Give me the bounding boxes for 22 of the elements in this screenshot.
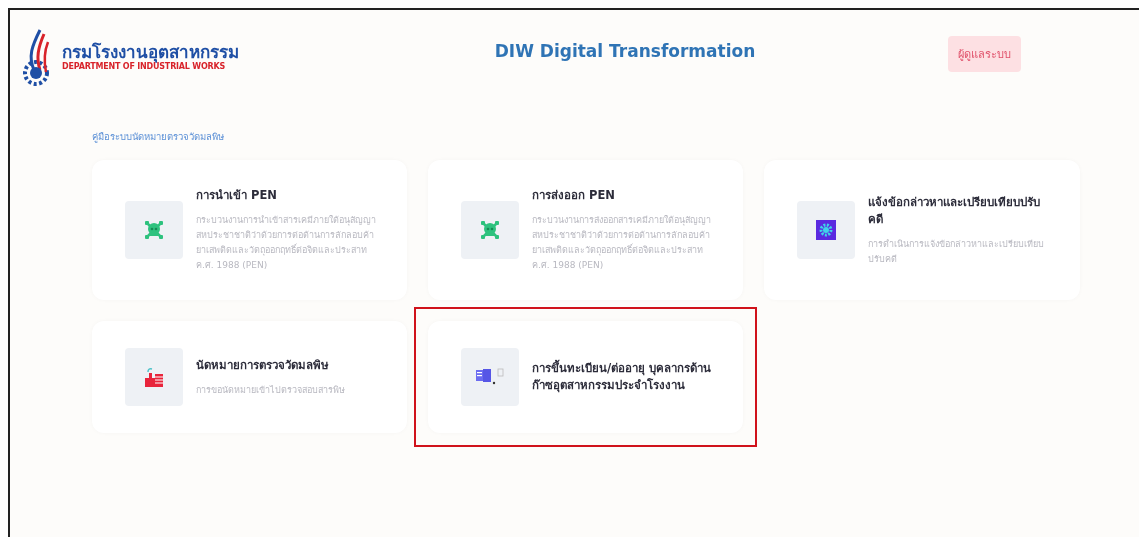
menu-card[interactable]: การขึ้นทะเบียน/ต่ออายุ บุคลากรด้านก๊าซอุตสาหกรรมประจำโรงงาน bbox=[428, 321, 743, 433]
menu-card[interactable]: การส่งออก PEN กระบวนงานการส่งออกสารเคมีภายใต้อนุสัญญาสหประชาชาติว่าด้วยการต่อต้านการลักลอบค้ายาเสพติดและวัตถุออกฤทธิ์ต่อจิตและประสาท ค.ศ. 1988 (PEN) bbox=[428, 160, 743, 300]
logo-thai-text: กรมโรงงานอุตสาหกรรม bbox=[62, 42, 239, 62]
card-title: การขึ้นทะเบียน/ต่ออายุ บุคลากรด้านก๊าซอุตสาหกรรมประจำโรงงาน bbox=[532, 360, 712, 394]
skull-crossbones-icon bbox=[479, 219, 501, 241]
card-description: การดำเนินการแจ้งข้อกล่าวหาและเปรียบเทียบปรับคดี bbox=[868, 237, 1045, 266]
menu-card[interactable]: นัดหมายการตรวจวัดมลพิษ การขอนัดหมายเข้าไปตรวจสอบสารพิษ bbox=[92, 321, 407, 433]
card-description: การขอนัดหมายเข้าไปตรวจสอบสารพิษ bbox=[196, 383, 346, 397]
skull-crossbones-icon bbox=[143, 219, 165, 241]
card-title: การนำเข้า PEN bbox=[196, 187, 278, 204]
menu-card[interactable]: แจ้งข้อกล่าวหาและเปรียบเทียบปรับคดี การดำเนินการแจ้งข้อกล่าวหาและเปรียบเทียบปรับคดี bbox=[764, 160, 1080, 300]
card-description: กระบวนงานการส่งออกสารเคมีภายใต้อนุสัญญาสหประชาชาติว่าด้วยการต่อต้านการลักลอบค้ายาเสพติดและวัตถุออกฤทธิ์ต่อจิตและประสาท ค.ศ. 1988 (PEN) bbox=[532, 214, 712, 272]
card-title: การส่งออก PEN bbox=[532, 187, 616, 204]
card-title: แจ้งข้อกล่าวหาและเปรียบเทียบปรับคดี bbox=[868, 193, 1041, 228]
gear-icon bbox=[816, 220, 836, 240]
card-title: นัดหมายการตรวจวัดมลพิษ bbox=[196, 356, 330, 374]
menu-card[interactable]: การนำเข้า PEN กระบวนงานการนำเข้าสารเคมีภายใต้อนุสัญญาสหประชาชาติว่าด้วยการต่อต้านการลักลอบค้ายาเสพติดและวัตถุออกฤทธิ์ต่อจิตและประสาท ค.ศ. 1988 (PEN) bbox=[92, 160, 407, 300]
factory-icon bbox=[143, 366, 165, 388]
documents-icon bbox=[475, 367, 505, 387]
app-title: DIW Digital Transformation bbox=[493, 40, 757, 61]
card-description: กระบวนงานการนำเข้าสารเคมีภายใต้อนุสัญญาสหประชาชาติว่าด้วยการต่อต้านการลักลอบค้ายาเสพติดและวัตถุออกฤทธิ์ต่อจิตและประสาท ค.ศ. 1988 (PEN) bbox=[196, 214, 376, 272]
logo-english-text: DEPARTMENT OF INDUSTRIAL WORKS bbox=[62, 62, 226, 71]
